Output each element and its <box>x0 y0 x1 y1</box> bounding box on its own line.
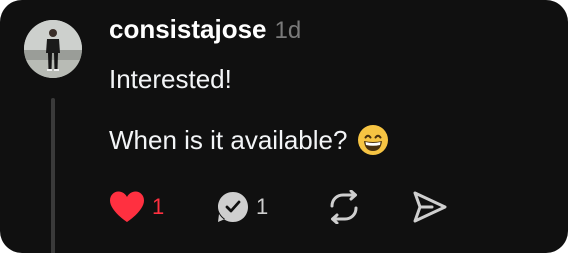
username[interactable]: consistajose <box>109 14 267 45</box>
comment-text-line-2-text: When is it available? <box>109 124 348 155</box>
avatar[interactable] <box>24 20 82 78</box>
reply-count: 1 <box>256 194 269 219</box>
heart-icon <box>110 191 144 222</box>
send-icon <box>413 191 447 223</box>
comment-header: consistajose 1d <box>109 14 301 45</box>
comment-text-line-2: When is it available? <box>109 124 389 156</box>
comment-card: consistajose 1d Interested! When is it a… <box>0 0 568 253</box>
reply-bubble-icon <box>218 192 248 222</box>
timestamp: 1d <box>274 17 302 44</box>
avatar-photo <box>24 20 82 78</box>
comment-text-line-1: Interested! <box>109 64 232 94</box>
like-button[interactable]: 1 <box>108 190 164 224</box>
repost-icon <box>330 190 358 224</box>
like-count: 1 <box>152 194 165 219</box>
thread-line <box>51 98 55 253</box>
reply-button[interactable]: 1 <box>216 190 268 224</box>
repost-button[interactable] <box>326 190 362 224</box>
share-button[interactable] <box>412 190 448 224</box>
grinning-emoji-icon <box>358 125 389 155</box>
